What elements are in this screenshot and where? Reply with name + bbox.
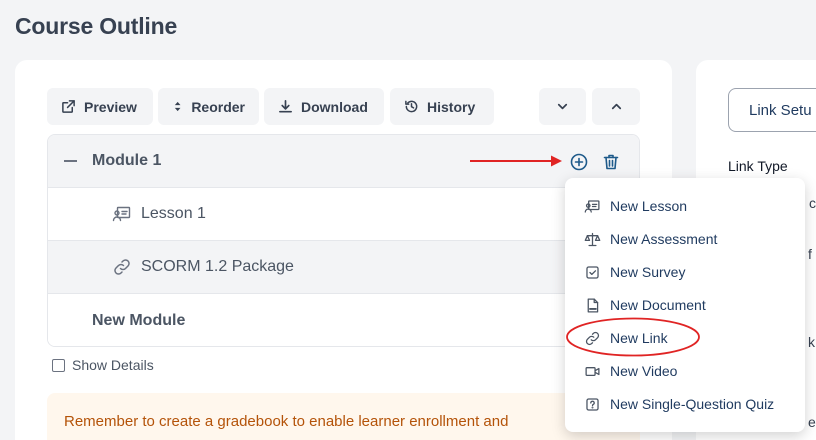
scale-icon bbox=[584, 232, 601, 246]
pdf-icon bbox=[587, 297, 599, 313]
download-icon bbox=[279, 100, 292, 113]
video-icon bbox=[585, 366, 600, 376]
menu-item-label: New Video bbox=[610, 363, 678, 379]
trash-icon[interactable] bbox=[601, 152, 621, 172]
right-panel-fragment: en bbox=[808, 414, 816, 430]
question-icon bbox=[586, 397, 599, 411]
menu-item-label: New Link bbox=[610, 330, 668, 346]
gradebook-banner: Remember to create a gradebook to enable… bbox=[47, 393, 640, 440]
chevron-up-icon bbox=[611, 103, 621, 110]
link-setup-button[interactable]: Link Setu bbox=[728, 88, 816, 132]
preview-button[interactable]: Preview bbox=[47, 88, 153, 125]
course-outline-list: Module 1 Lesson 1 SCORM 1.2 Package New … bbox=[47, 134, 640, 347]
module-title: Module 1 bbox=[92, 152, 162, 169]
chevron-down-icon bbox=[557, 103, 568, 110]
menu-item-new-single-question-quiz[interactable]: New Single-Question Quiz bbox=[584, 393, 774, 415]
external-link-icon bbox=[62, 100, 75, 113]
link-icon bbox=[585, 331, 600, 345]
add-item-icon[interactable] bbox=[569, 152, 589, 172]
scorm-row[interactable]: SCORM 1.2 Package bbox=[48, 241, 639, 294]
menu-item-label: New Document bbox=[610, 297, 706, 313]
link-type-label: Link Type bbox=[728, 158, 788, 174]
menu-item-new-link[interactable]: New Link bbox=[584, 327, 668, 349]
new-module-label: New Module bbox=[92, 311, 186, 329]
history-icon bbox=[405, 100, 418, 113]
menu-item-new-survey[interactable]: New Survey bbox=[584, 261, 685, 283]
history-label: History bbox=[427, 98, 476, 115]
menu-item-new-video[interactable]: New Video bbox=[584, 360, 677, 382]
lesson-label: Lesson 1 bbox=[141, 205, 206, 222]
menu-item-new-document[interactable]: New Document bbox=[584, 294, 706, 316]
right-panel-fragment: c bbox=[809, 195, 816, 211]
menu-item-new-lesson[interactable]: New Lesson bbox=[584, 195, 687, 217]
collapse-all-button[interactable] bbox=[539, 88, 586, 125]
lesson-icon bbox=[584, 199, 600, 213]
right-panel-fragment: f bbox=[808, 246, 812, 262]
collapse-icon[interactable] bbox=[64, 160, 77, 162]
menu-item-new-assessment[interactable]: New Assessment bbox=[584, 228, 717, 250]
show-details-toggle[interactable]: Show Details bbox=[52, 357, 154, 373]
reorder-button[interactable]: Reorder bbox=[158, 88, 259, 125]
reorder-label: Reorder bbox=[191, 98, 245, 115]
menu-item-label: New Assessment bbox=[610, 231, 718, 247]
link-icon bbox=[114, 259, 130, 275]
checkbox-icon bbox=[586, 265, 599, 279]
add-item-menu: New Lesson New Assessment New Survey New… bbox=[565, 178, 805, 432]
banner-text: Remember to create a gradebook to enable… bbox=[64, 413, 509, 430]
page-title: Course Outline bbox=[15, 13, 178, 39]
history-button[interactable]: History bbox=[390, 88, 494, 125]
preview-label: Preview bbox=[84, 98, 137, 115]
menu-item-label: New Survey bbox=[610, 264, 686, 280]
menu-item-label: New Single-Question Quiz bbox=[610, 396, 775, 412]
download-button[interactable]: Download bbox=[264, 88, 384, 125]
lesson-icon bbox=[112, 206, 131, 222]
menu-item-label: New Lesson bbox=[610, 198, 688, 214]
scorm-label: SCORM 1.2 Package bbox=[141, 258, 294, 275]
expand-all-button[interactable] bbox=[592, 88, 640, 125]
show-details-label: Show Details bbox=[72, 357, 154, 373]
download-label: Download bbox=[301, 98, 368, 115]
lesson-row[interactable]: Lesson 1 bbox=[48, 188, 639, 241]
show-details-checkbox[interactable] bbox=[52, 358, 65, 372]
right-panel-fragment: k bbox=[808, 334, 815, 350]
new-module-row[interactable]: New Module bbox=[48, 294, 639, 346]
sort-icon bbox=[174, 101, 181, 112]
module-row[interactable]: Module 1 bbox=[48, 135, 639, 188]
